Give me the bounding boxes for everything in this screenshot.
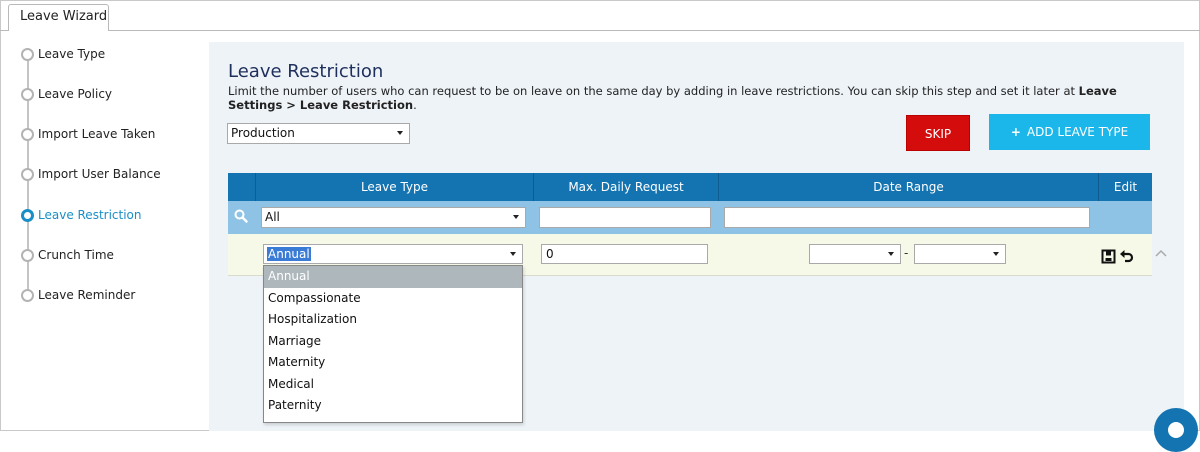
dropdown-option-annual[interactable]: Annual — [264, 266, 522, 288]
table-header: Leave Type Max. Daily Request Date Range… — [228, 173, 1152, 201]
chevron-down-icon — [397, 131, 403, 135]
chevron-down-icon — [513, 215, 519, 219]
department-select-value: Production — [231, 126, 295, 140]
dropdown-option-compassionate[interactable]: Compassionate — [264, 288, 522, 310]
search-cell[interactable] — [228, 201, 255, 234]
chevron-down-icon — [510, 252, 516, 256]
tab-divider-gap — [9, 30, 108, 31]
row-leave-type-value: Annual — [267, 247, 311, 261]
dropdown-option-paternity[interactable]: Paternity — [264, 395, 522, 417]
step-label: Import Leave Taken — [38, 127, 156, 141]
skip-button[interactable]: SKIP — [906, 115, 970, 151]
dropdown-option-hospitalization[interactable]: Hospitalization — [264, 309, 522, 331]
undo-icon[interactable] — [1119, 249, 1134, 264]
filter-max-daily-input[interactable] — [539, 207, 711, 228]
row-max-daily-input[interactable]: 0 — [541, 244, 708, 264]
step-label: Leave Type — [38, 47, 106, 61]
description-end: . — [413, 98, 417, 112]
page-title: Leave Restriction — [228, 61, 384, 82]
chevron-up-icon[interactable] — [1154, 247, 1168, 261]
filter-date-range-input[interactable] — [724, 207, 1090, 228]
save-icon[interactable] — [1101, 249, 1116, 264]
step-dot-icon — [21, 48, 34, 61]
date-range-separator: - — [904, 246, 909, 260]
department-select[interactable]: Production — [227, 123, 410, 144]
tab-leave-wizard[interactable]: Leave Wizard — [8, 4, 109, 31]
step-label: Leave Reminder — [38, 288, 136, 302]
step-dot-icon — [21, 168, 34, 181]
row-date-from-select[interactable] — [809, 244, 901, 264]
step-dot-icon — [21, 88, 34, 101]
step-dot-icon — [21, 128, 34, 141]
step-label: Leave Restriction — [38, 208, 142, 222]
dropdown-option-marriage[interactable]: Marriage — [264, 331, 522, 353]
chevron-down-icon — [888, 252, 894, 256]
help-icon — [1168, 422, 1184, 438]
dropdown-option-medical[interactable]: Medical — [264, 374, 522, 396]
leave-type-dropdown-list: Annual Compassionate Hospitalization Mar… — [263, 265, 523, 423]
step-dot-active-icon — [21, 209, 34, 222]
step-label: Import User Balance — [38, 167, 161, 181]
column-header-max-daily[interactable]: Max. Daily Request — [533, 173, 718, 201]
step-dot-icon — [21, 289, 34, 302]
column-header-leave-type[interactable]: Leave Type — [255, 173, 533, 201]
page-description: Limit the number of users who can reques… — [228, 84, 1158, 112]
filter-leave-type-select[interactable]: All — [261, 207, 526, 228]
step-dot-icon — [21, 249, 34, 262]
add-leave-type-button[interactable]: + ADD LEAVE TYPE — [989, 114, 1150, 150]
search-icon — [234, 209, 248, 223]
column-header-date-range[interactable]: Date Range — [718, 173, 1098, 201]
dropdown-option-maternity[interactable]: Maternity — [264, 352, 522, 374]
column-header-edit: Edit — [1098, 173, 1152, 201]
filter-leave-type-value: All — [265, 210, 280, 224]
row-leave-type-select[interactable]: Annual — [263, 244, 523, 264]
description-text: Limit the number of users who can reques… — [228, 84, 1079, 98]
step-label: Crunch Time — [38, 248, 114, 262]
tab-divider — [0, 30, 1200, 31]
row-date-to-select[interactable] — [914, 244, 1006, 264]
help-button[interactable] — [1154, 408, 1198, 452]
add-leave-type-label: ADD LEAVE TYPE — [1026, 125, 1129, 139]
chevron-down-icon — [993, 252, 999, 256]
step-label: Leave Policy — [38, 87, 113, 101]
plus-icon: + — [1010, 125, 1021, 139]
